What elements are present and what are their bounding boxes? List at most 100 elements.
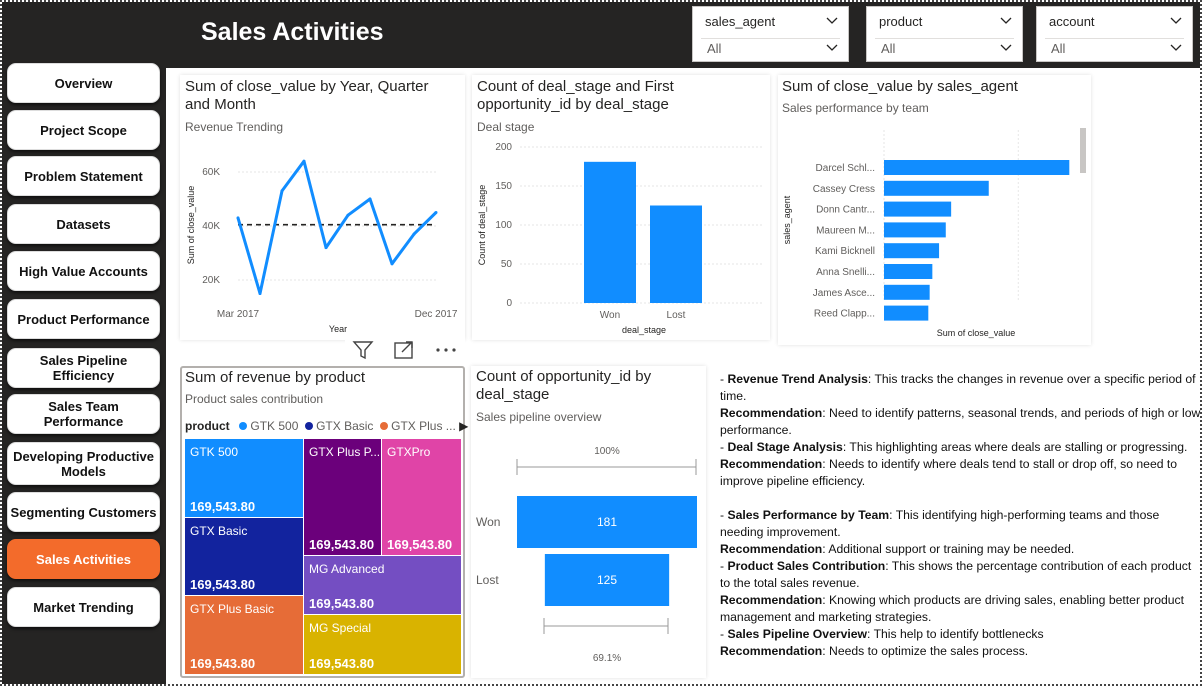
treemap-cell[interactable]: GTK 500 169,543.80 bbox=[185, 439, 303, 517]
chevron-down-icon[interactable] bbox=[1000, 17, 1012, 25]
treemap-cell[interactable]: GTX Plus Basic 169,543.80 bbox=[185, 596, 303, 674]
chart-subtitle: Sales pipeline overview bbox=[476, 410, 602, 424]
filter-icon[interactable] bbox=[352, 339, 374, 361]
page-title: Sales Activities bbox=[201, 18, 384, 46]
y-tick-label: Kami Bicknell bbox=[815, 246, 875, 257]
cell-label: GTX Plus Basic bbox=[190, 602, 275, 616]
slicer-value: All bbox=[1051, 41, 1066, 56]
more-options-icon[interactable] bbox=[433, 339, 459, 361]
cell-value: 169,543.80 bbox=[190, 499, 256, 514]
nav-button[interactable]: Problem Statement bbox=[7, 156, 160, 196]
treemap-cell[interactable]: MG Special 169,543.80 bbox=[304, 615, 461, 674]
y-tick-label: Maureen M... bbox=[816, 225, 875, 236]
y-tick-label: Cassey Cress bbox=[813, 184, 875, 195]
revenue-trend-card[interactable]: Sum of close_value by Year, Quarter and … bbox=[180, 75, 465, 340]
x-axis-title: deal_stage bbox=[622, 325, 666, 335]
sales-agent-bar bbox=[884, 284, 930, 300]
scrollbar-thumb[interactable] bbox=[1080, 128, 1086, 173]
legend-swatch bbox=[239, 422, 248, 430]
sales-agent-bar bbox=[884, 243, 940, 259]
note-heading: Revenue Trend Analysis bbox=[727, 372, 868, 386]
nav-button[interactable]: Market Trending bbox=[7, 587, 160, 627]
nav-button[interactable]: Developing Productive Models bbox=[7, 442, 160, 485]
nav-button[interactable]: Sales Activities bbox=[7, 539, 160, 579]
y-tick-label: 20K bbox=[202, 275, 220, 286]
note-text: : Additional support or training may be … bbox=[822, 542, 1075, 556]
chart-subtitle: Product sales contribution bbox=[185, 392, 324, 406]
sales-agent-bar bbox=[884, 180, 989, 196]
cell-label: GTX Plus P... bbox=[309, 445, 381, 459]
nav-button-label: Sales Activities bbox=[36, 551, 131, 567]
sales-agent-bar bbox=[884, 264, 933, 279]
visual-header bbox=[345, 335, 465, 365]
legend-item[interactable]: GTX Plus ... bbox=[391, 419, 456, 433]
nav-button-label: Market Trending bbox=[33, 599, 134, 615]
slicer-label: account bbox=[1049, 14, 1095, 29]
note-heading: Recommendation bbox=[720, 406, 823, 420]
deal-stage-card[interactable]: Count of deal_stage and First opportunit… bbox=[472, 75, 770, 340]
note-heading: Recommendation bbox=[720, 542, 823, 556]
slicer-account[interactable]: account All bbox=[1036, 6, 1193, 62]
cell-value: 169,543.80 bbox=[190, 656, 256, 671]
chevron-down-icon[interactable] bbox=[826, 44, 838, 52]
x-tick-label: Won bbox=[600, 310, 620, 321]
slicer-product[interactable]: product All bbox=[866, 6, 1023, 62]
chart-subtitle: Revenue Trending bbox=[185, 120, 284, 134]
data-point bbox=[390, 262, 394, 266]
y-tick-label: 100 bbox=[495, 220, 512, 231]
focus-mode-icon[interactable] bbox=[393, 339, 415, 361]
chevron-down-icon[interactable] bbox=[1170, 44, 1182, 52]
y-axis-title: Count of deal_stage bbox=[477, 185, 487, 266]
chevron-down-icon[interactable] bbox=[826, 17, 838, 25]
sales-agent-bar bbox=[884, 160, 1070, 175]
cell-value: 169,543.80 bbox=[387, 537, 453, 552]
legend-item[interactable]: GTK 500 bbox=[250, 419, 298, 433]
treemap-cell[interactable]: GTX Basic 169,543.80 bbox=[185, 518, 303, 595]
cell-value: 169,543.80 bbox=[309, 537, 375, 552]
chart-title: Sum of close_value by Year, Quarter and … bbox=[185, 78, 429, 113]
note-paragraph: - Sales Performance by Team: This identi… bbox=[720, 508, 1160, 539]
nav-button[interactable]: Segmenting Customers bbox=[7, 492, 160, 532]
data-point bbox=[368, 197, 372, 201]
nav-button-label: High Value Accounts bbox=[19, 263, 148, 279]
nav-button-label: Datasets bbox=[56, 216, 111, 232]
legend-next-icon[interactable]: ▶ bbox=[459, 419, 468, 433]
funnel-value: 181 bbox=[597, 515, 617, 529]
funnel-bottom-bracket bbox=[543, 618, 669, 634]
chevron-down-icon[interactable] bbox=[1000, 44, 1012, 52]
data-point bbox=[258, 292, 262, 295]
sales-agent-card[interactable]: Sum of close_value by sales_agent Sales … bbox=[778, 75, 1091, 345]
legend-item[interactable]: GTX Basic bbox=[316, 419, 373, 433]
nav-button[interactable]: Sales Pipeline Efficiency bbox=[7, 348, 160, 388]
pipeline-funnel-chart: 100% 69.1% 181 Won 125 Lost bbox=[476, 446, 697, 664]
pipeline-funnel-card[interactable]: Count of opportunity_id by deal_stage Sa… bbox=[471, 366, 706, 678]
nav-button[interactable]: Overview bbox=[7, 63, 160, 103]
nav-button-label: Overview bbox=[54, 75, 113, 91]
treemap-legend: product GTK 500 GTX Basic GTX Plus ... ▶ bbox=[185, 419, 468, 433]
funnel-stage-label: Lost bbox=[476, 573, 499, 587]
cell-label: GTX Basic bbox=[190, 524, 248, 538]
note-paragraph: Recommendation: Needs to identify where … bbox=[720, 456, 1202, 490]
note-heading: Recommendation bbox=[720, 593, 823, 607]
treemap-cell[interactable]: MG Advanced 169,543.80 bbox=[304, 556, 461, 614]
treemap-cell[interactable]: GTXPro 169,543.80 bbox=[382, 439, 461, 555]
nav-button[interactable]: Sales Team Performance bbox=[7, 394, 160, 434]
product-treemap-card[interactable]: Sum of revenue by product Product sales … bbox=[180, 366, 468, 678]
cell-label: GTK 500 bbox=[190, 445, 239, 459]
nav-button[interactable]: Datasets bbox=[7, 204, 160, 244]
note-paragraph: - Sales Pipeline Overview: This help to … bbox=[720, 627, 1044, 641]
nav-button[interactable]: High Value Accounts bbox=[7, 251, 160, 291]
note-text: : This help to identify bottlenecks bbox=[867, 627, 1044, 641]
nav-button[interactable]: Product Performance bbox=[7, 299, 160, 339]
y-tick-label: James Asce... bbox=[813, 288, 875, 299]
analysis-notes: - Revenue Trend Analysis: This tracks th… bbox=[720, 371, 1202, 660]
nav-button-label: Segmenting Customers bbox=[10, 504, 157, 520]
nav-button-label: Project Scope bbox=[40, 122, 127, 138]
slicer-sales-agent[interactable]: sales_agent All bbox=[692, 6, 849, 62]
note-paragraph: Recommendation: Knowing which products a… bbox=[720, 592, 1202, 626]
treemap-cell[interactable]: GTX Plus P... 169,543.80 bbox=[304, 439, 381, 555]
nav-button[interactable]: Project Scope bbox=[7, 110, 160, 150]
chart-title: Sum of revenue by product bbox=[185, 369, 366, 386]
chevron-down-icon[interactable] bbox=[1170, 17, 1182, 25]
